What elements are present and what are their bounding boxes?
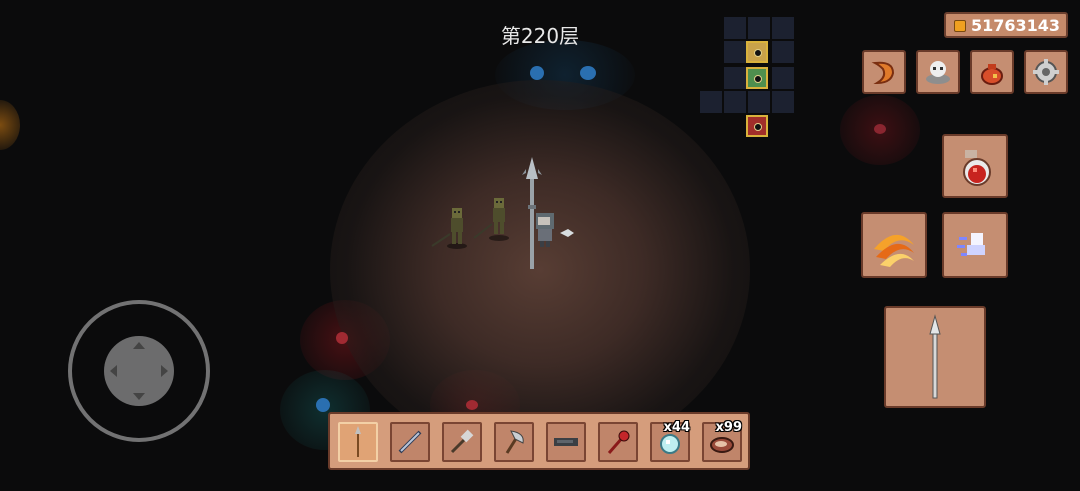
red-orb — [336, 332, 348, 344]
hotbar-slot-crystal[interactable]: x44 — [650, 420, 690, 462]
blue-orb — [580, 66, 596, 80]
coin-amount: 51763143 — [970, 15, 1060, 35]
fire-slash-icon — [874, 234, 914, 267]
minimap-cell — [748, 91, 770, 113]
dash-ghost-icon — [957, 233, 985, 256]
minimap[interactable] — [698, 17, 798, 142]
minimap-cell — [724, 67, 746, 89]
sack-icon — [981, 64, 1003, 85]
joystick-left-arrow-icon — [110, 365, 117, 377]
syringe-staff-icon — [450, 429, 474, 454]
hotbar-slot-gun[interactable] — [546, 422, 586, 462]
skeleton-enemy[interactable] — [472, 192, 517, 242]
fire-slash-skill-button[interactable] — [861, 212, 927, 278]
spear-attack-icon — [929, 314, 941, 399]
scepter-icon — [607, 430, 630, 454]
minimap-cell — [748, 17, 770, 39]
red-orb — [874, 124, 886, 134]
blue-orb — [530, 66, 544, 80]
minimap-room-boss — [746, 115, 768, 137]
orange-light-glow — [0, 100, 20, 150]
equipment-skull-button[interactable] — [916, 50, 960, 94]
hotbar-slot-syringe-staff[interactable] — [442, 422, 482, 462]
joystick-down-arrow-icon — [133, 393, 145, 400]
room-marker-icon — [754, 75, 762, 83]
minimap-cell — [772, 91, 794, 113]
dash-skill-button[interactable] — [942, 212, 1008, 278]
red-orb — [466, 400, 478, 410]
minimap-cell — [772, 17, 794, 39]
spear-icon — [355, 426, 361, 457]
claw-icon — [871, 61, 895, 85]
gun-icon — [554, 438, 578, 446]
hotbar-slot-spear[interactable] — [338, 422, 378, 462]
attack-button[interactable] — [884, 306, 986, 408]
skeleton-enemy[interactable] — [430, 200, 475, 250]
coin-counter: 51763143 — [944, 12, 1068, 38]
minimap-cell — [724, 17, 746, 39]
room-marker-icon — [754, 123, 762, 131]
hotbar-slot-scepter[interactable] — [598, 422, 638, 462]
equipment-sack-button[interactable] — [970, 50, 1014, 94]
potion-skill-button[interactable] — [942, 134, 1008, 198]
minimap-cell — [724, 91, 746, 113]
coin-icon — [954, 20, 966, 32]
room-marker-icon — [754, 49, 762, 57]
minimap-cell — [700, 91, 722, 113]
axe-icon — [505, 430, 524, 454]
sword-icon — [398, 430, 422, 454]
minimap-room-current — [746, 67, 768, 89]
item-count: x44 — [663, 420, 690, 435]
minimap-room-shop — [746, 41, 768, 63]
skull-icon — [926, 61, 950, 84]
item-count: x99 — [715, 420, 742, 435]
item-hotbar: x44 x99 — [328, 412, 750, 470]
joystick-right-arrow-icon — [161, 365, 168, 377]
blue-orb — [316, 398, 330, 412]
equipment-claw-button[interactable] — [862, 50, 906, 94]
minimap-cell — [772, 41, 794, 63]
minimap-cell — [772, 67, 794, 89]
hotbar-slot-axe[interactable] — [494, 422, 534, 462]
joystick-up-arrow-icon — [133, 342, 145, 349]
potion-icon — [963, 150, 991, 186]
settings-gear-icon — [1033, 59, 1059, 85]
hotbar-slot-sword[interactable] — [390, 422, 430, 462]
hotbar-slot-meat[interactable]: x99 — [702, 420, 742, 462]
player-character — [522, 157, 574, 269]
settings-button[interactable] — [1024, 50, 1068, 94]
minimap-cell — [724, 41, 746, 63]
floor-level-label: 第220层 — [500, 24, 580, 48]
